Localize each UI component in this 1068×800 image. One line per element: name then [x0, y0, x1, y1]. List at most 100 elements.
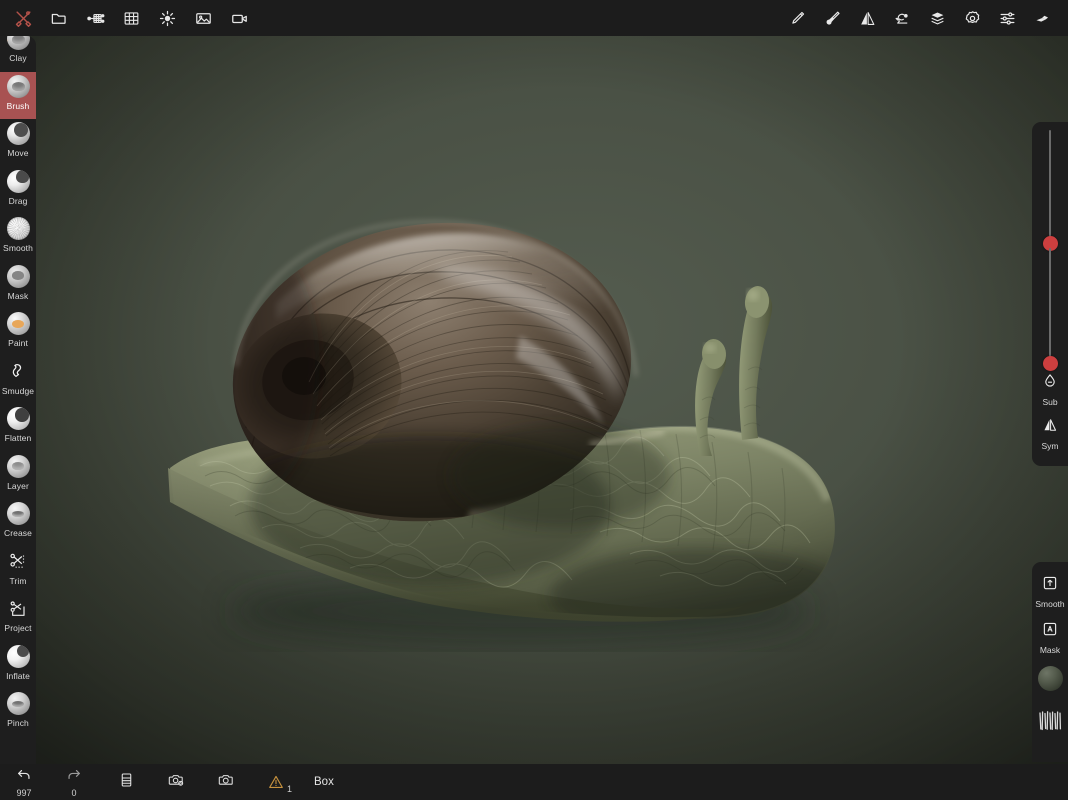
warning-count: 1 — [287, 785, 292, 794]
object-name-label: Box — [314, 776, 334, 788]
folder-icon[interactable] — [41, 0, 77, 36]
sidebar-item-layer[interactable]: Layer — [0, 452, 36, 500]
sidebar-item-paint[interactable]: Paint — [0, 309, 36, 357]
pinch-ball-icon — [7, 692, 30, 715]
material-sphere[interactable] — [1032, 666, 1068, 691]
mask-shortcut-button[interactable]: Mask — [1032, 620, 1068, 656]
top-toolbar-right-group — [780, 0, 1068, 36]
radius-slider-track[interactable] — [1049, 130, 1051, 245]
sidebar-item-move[interactable]: Move — [0, 119, 36, 167]
crease-ball-icon — [7, 502, 30, 525]
intensity-slider[interactable] — [1032, 248, 1068, 363]
sidebar-item-smooth[interactable]: Smooth — [0, 214, 36, 262]
sliders-icon[interactable] — [990, 0, 1025, 36]
sidebar-item-label: Mask — [8, 290, 29, 303]
sidebar-item-label: Flatten — [5, 432, 32, 445]
object-name-button[interactable]: Box — [304, 764, 344, 800]
layer-ball-icon — [7, 455, 30, 478]
app-root: Clay Brush Move Drag Smooth Mask Paint Smudge Fl… — [0, 0, 1068, 800]
sub-button[interactable]: Sub — [1032, 372, 1068, 408]
brush-tool-icon[interactable] — [815, 0, 850, 36]
render-settings-button[interactable] — [158, 764, 194, 800]
sidebar-item-label: Brush — [7, 100, 30, 113]
grid-icon[interactable] — [113, 0, 149, 36]
smudge-icon — [7, 360, 30, 383]
warning-button[interactable]: 1 — [258, 764, 294, 800]
symmetry-icon — [1041, 416, 1059, 439]
sidebar-item-brush[interactable]: Brush — [0, 72, 36, 120]
sidebar-item-pinch[interactable]: Pinch — [0, 689, 36, 737]
drag-ball-icon — [7, 170, 30, 193]
sub-drop-icon — [1041, 372, 1059, 395]
sidebar-item-label: Smudge — [2, 385, 34, 398]
lighting-icon[interactable] — [149, 0, 185, 36]
sidebar-item-smudge[interactable]: Smudge — [0, 357, 36, 405]
material-sphere-preview — [1038, 666, 1063, 691]
post-process-icon[interactable] — [185, 0, 221, 36]
radius-slider[interactable] — [1032, 130, 1068, 245]
scene-list-icon — [118, 771, 135, 794]
pen-icon[interactable] — [780, 0, 815, 36]
redo-count: 0 — [71, 789, 76, 798]
sym-button[interactable]: Sym — [1032, 416, 1068, 452]
topology-icon[interactable] — [77, 0, 113, 36]
left-tool-sidebar: Clay Brush Move Drag Smooth Mask Paint Smudge Fl… — [0, 36, 36, 764]
render-settings-icon — [167, 771, 186, 794]
mask-pointer-icon[interactable] — [885, 0, 920, 36]
sidebar-item-label: Drag — [9, 195, 28, 208]
sidebar-item-label: Crease — [4, 527, 32, 540]
intensity-slider-track[interactable] — [1049, 248, 1051, 363]
undo-icon — [15, 766, 33, 788]
sidebar-item-label: Clay — [9, 52, 26, 65]
symmetry-icon[interactable] — [850, 0, 885, 36]
flatten-ball-icon — [7, 407, 30, 430]
snail-sculpt — [0, 36, 1068, 764]
top-toolbar — [0, 0, 1068, 36]
redo-icon — [65, 766, 83, 788]
sidebar-item-flatten[interactable]: Flatten — [0, 404, 36, 452]
sidebar-item-trim[interactable]: Trim — [0, 547, 36, 595]
sidebar-item-label: Paint — [8, 337, 28, 350]
inflate-ball-icon — [7, 645, 30, 668]
smooth-ball-icon — [7, 217, 30, 240]
sidebar-item-label: Trim — [9, 575, 26, 588]
neck-shadow — [450, 424, 670, 528]
brush-ball-icon — [7, 75, 30, 98]
top-toolbar-left-group — [0, 0, 257, 36]
mask-shortcut-label: Mask — [1040, 644, 1060, 656]
sidebar-item-project[interactable]: Project — [0, 594, 36, 642]
sub-button-label: Sub — [1042, 396, 1057, 408]
eraser-icon[interactable] — [1025, 0, 1060, 36]
clay-ball-icon — [7, 36, 30, 50]
undo-button[interactable]: 997 — [6, 764, 42, 800]
right-bottom-panel: Smooth Mask — [1032, 562, 1068, 762]
undo-count: 997 — [16, 789, 31, 798]
right-slider-panel: Sub Sym — [1032, 122, 1068, 466]
trim-scissors-icon — [7, 550, 30, 573]
sidebar-item-label: Smooth — [3, 242, 33, 255]
alpha-texture[interactable] — [1032, 708, 1068, 739]
snapshot-button[interactable] — [208, 764, 244, 800]
sidebar-item-inflate[interactable]: Inflate — [0, 642, 36, 690]
settings-gear-icon[interactable] — [955, 0, 990, 36]
tool-list: Clay Brush Move Drag Smooth Mask Paint Smudge Fl… — [0, 36, 36, 737]
scene-list-button[interactable] — [108, 764, 144, 800]
sidebar-item-drag[interactable]: Drag — [0, 167, 36, 215]
viewport-canvas[interactable] — [0, 36, 1068, 764]
sidebar-item-clay[interactable]: Clay — [0, 36, 36, 72]
sidebar-item-crease[interactable]: Crease — [0, 499, 36, 547]
sym-button-label: Sym — [1042, 440, 1059, 452]
smooth-square-icon — [1041, 574, 1059, 597]
bottom-bar: 997 0 — [0, 764, 1068, 800]
intensity-slider-knob[interactable] — [1043, 356, 1058, 371]
layers-icon[interactable] — [920, 0, 955, 36]
sidebar-item-label: Project — [4, 622, 31, 635]
sidebar-item-label: Inflate — [6, 670, 30, 683]
smooth-shortcut-button[interactable]: Smooth — [1032, 574, 1068, 610]
redo-button[interactable]: 0 — [56, 764, 92, 800]
sidebar-item-label: Layer — [7, 480, 29, 493]
camera-video-icon[interactable] — [221, 0, 257, 36]
sidebar-item-mask[interactable]: Mask — [0, 262, 36, 310]
paint-ball-icon — [7, 312, 30, 335]
tools-icon[interactable] — [5, 0, 41, 36]
